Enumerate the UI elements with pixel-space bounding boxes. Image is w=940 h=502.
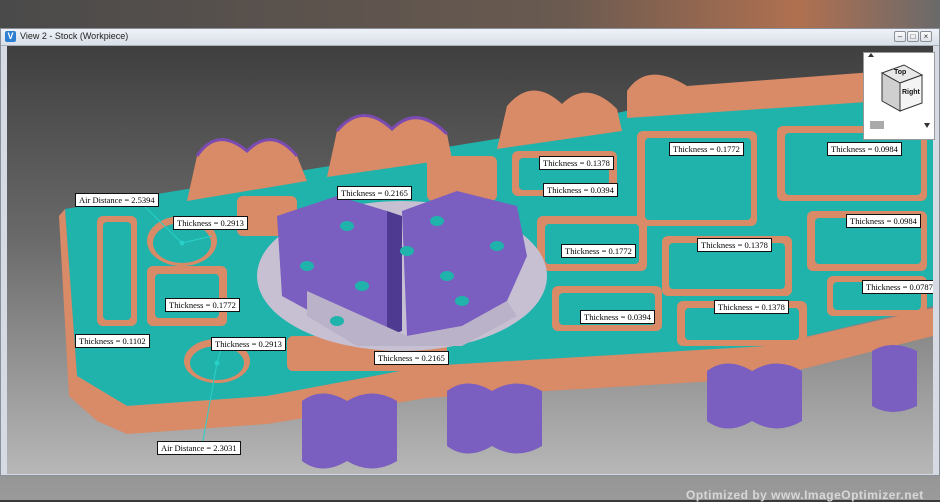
air-distance-label[interactable]: Air Distance = 2.5394: [75, 193, 159, 207]
workpiece-model: [59, 68, 933, 469]
thickness-label[interactable]: Thickness = 0.0394: [580, 310, 655, 324]
cube-top-label[interactable]: Top: [894, 69, 906, 76]
thickness-label[interactable]: Thickness = 0.1378: [714, 300, 789, 314]
cube-right-label[interactable]: Right: [902, 89, 920, 96]
thickness-label[interactable]: Thickness = 0.0787: [862, 280, 933, 294]
thickness-label[interactable]: Thickness = 0.1772: [669, 142, 744, 156]
window-title: View 2 - Stock (Workpiece): [20, 31, 129, 41]
thickness-label[interactable]: Thickness = 0.2913: [173, 216, 248, 230]
air-distance-label[interactable]: Air Distance = 2.3031: [157, 441, 241, 455]
maximize-button[interactable]: □: [907, 31, 919, 42]
thickness-label[interactable]: Thickness = 0.2165: [337, 186, 412, 200]
thickness-label[interactable]: Thickness = 0.1378: [697, 238, 772, 252]
background-blur: [0, 0, 940, 30]
thickness-label[interactable]: Thickness = 0.0394: [543, 183, 618, 197]
view-cube-icon: [868, 53, 930, 129]
thickness-label[interactable]: Thickness = 0.1378: [539, 156, 614, 170]
view-cube[interactable]: Top Right: [863, 52, 935, 140]
app-icon: V: [5, 31, 16, 42]
thickness-label[interactable]: Thickness = 0.0984: [846, 214, 921, 228]
thickness-label[interactable]: Thickness = 0.0984: [827, 142, 902, 156]
close-button[interactable]: ×: [920, 31, 932, 42]
title-bar[interactable]: V View 2 - Stock (Workpiece) – □ ×: [1, 29, 939, 46]
thickness-label[interactable]: Thickness = 0.1102: [75, 334, 150, 348]
viewport-window: V View 2 - Stock (Workpiece) – □ × Air D…: [0, 28, 940, 476]
thickness-label[interactable]: Thickness = 0.1772: [165, 298, 240, 312]
minimize-button[interactable]: –: [894, 31, 906, 42]
thickness-label[interactable]: Thickness = 0.1772: [561, 244, 636, 258]
thickness-label[interactable]: Thickness = 0.2165: [374, 351, 449, 365]
thickness-label[interactable]: Thickness = 0.2913: [211, 337, 286, 351]
3d-viewport[interactable]: Air Distance = 2.5394 Thickness = 0.2913…: [7, 46, 933, 474]
